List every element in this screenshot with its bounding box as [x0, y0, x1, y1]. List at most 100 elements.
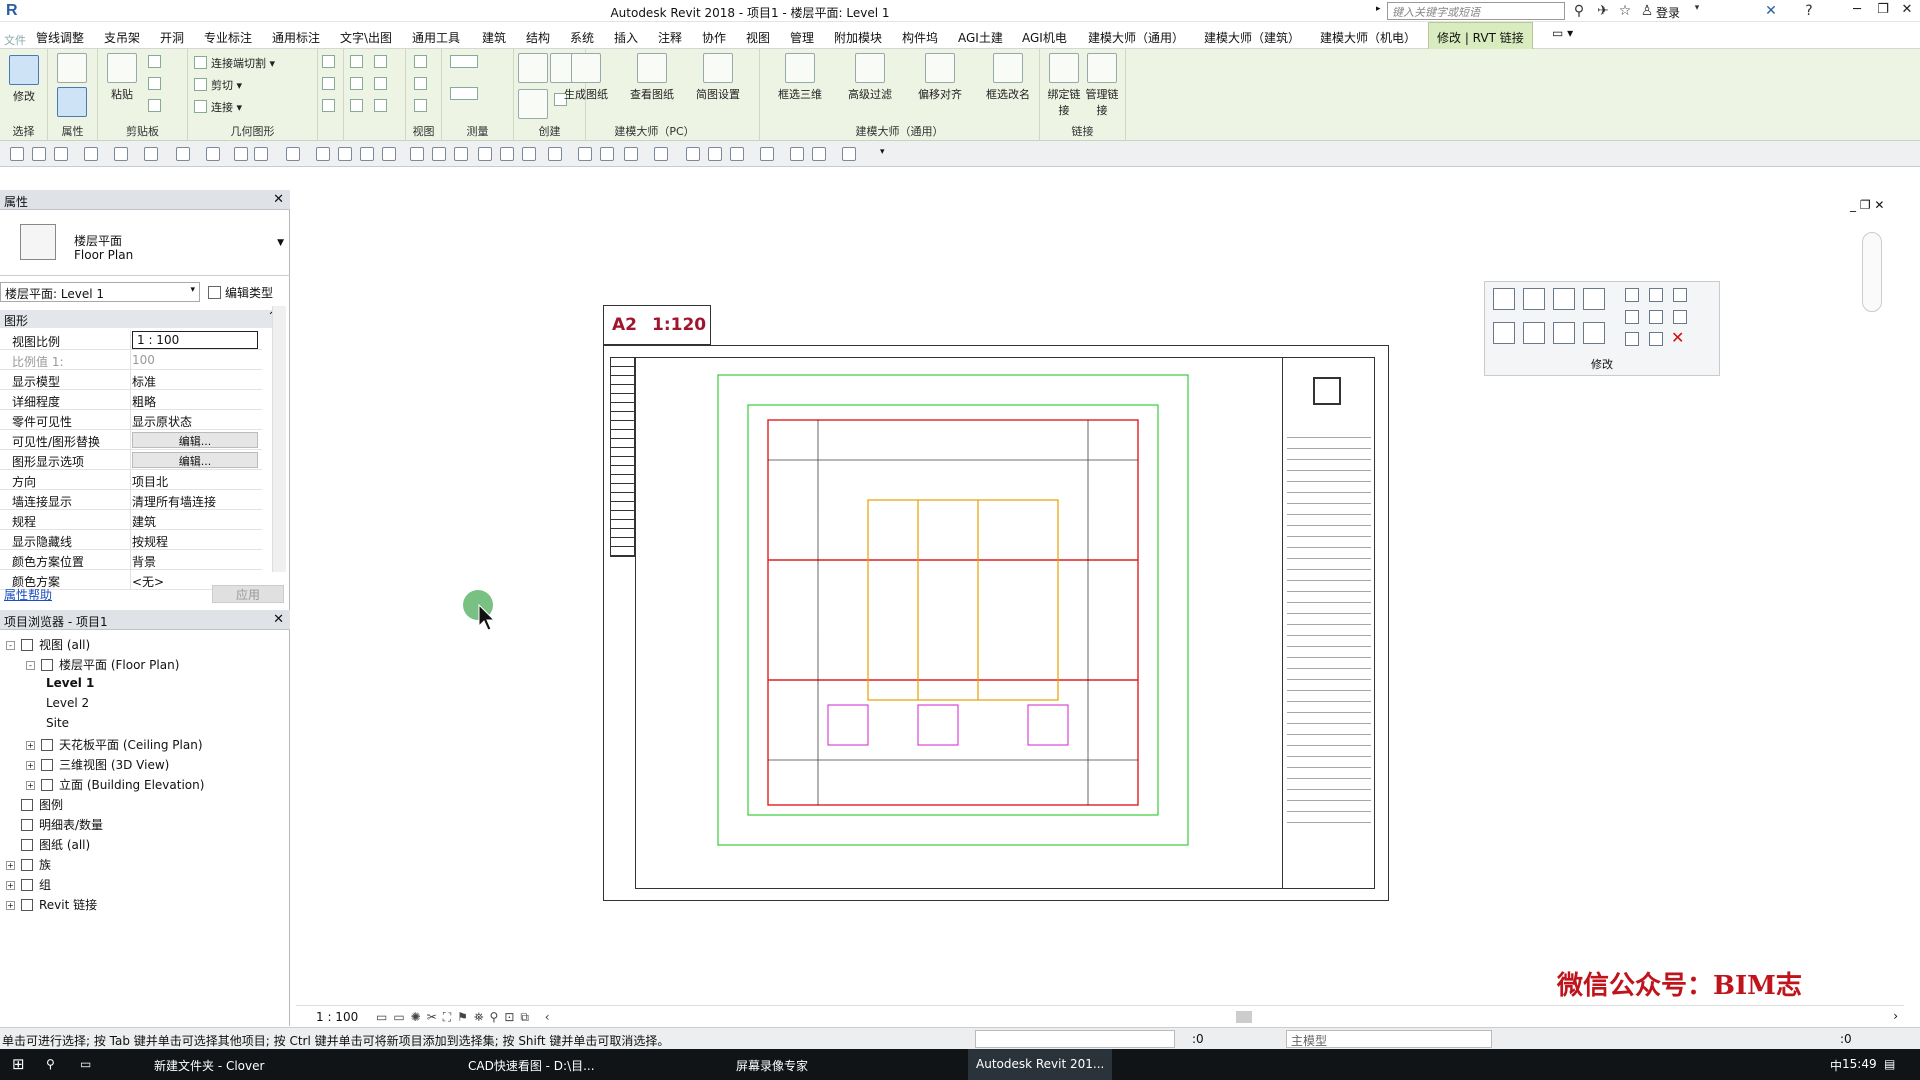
tab-architecture[interactable]: 建筑: [482, 29, 506, 46]
override-button[interactable]: [414, 77, 431, 91]
browser-tree-item[interactable]: Level 1: [46, 676, 94, 694]
browser-tree-item[interactable]: + 族: [6, 856, 51, 874]
property-row[interactable]: 颜色方案位置 背景: [0, 550, 262, 570]
comm-center-icon[interactable]: ✈: [1594, 3, 1612, 19]
cut-geometry-button[interactable]: 剪切 ▾: [194, 77, 242, 93]
modify-button[interactable]: 修改: [6, 55, 42, 104]
type-selector[interactable]: 楼层平面 Floor Plan ▼: [0, 210, 290, 276]
array-button[interactable]: [350, 99, 367, 113]
filter-count[interactable]: :0: [1840, 1032, 1852, 1046]
apply-button[interactable]: 应用: [212, 585, 284, 603]
tab-annotate[interactable]: 注释: [658, 29, 682, 46]
tool-qat-icon-17[interactable]: [812, 147, 826, 161]
tool-qat-icon-11[interactable]: [654, 147, 668, 161]
expand-node-icon[interactable]: +: [26, 741, 35, 750]
close-hidden-qat-icon[interactable]: [360, 147, 374, 161]
search-icon[interactable]: ⚲: [46, 1057, 55, 1071]
advanced-filter-button[interactable]: 高级过滤: [840, 53, 900, 102]
property-row[interactable]: 零件可见性 显示原状态: [0, 410, 262, 430]
scroll-right-icon[interactable]: ›: [1893, 1009, 1898, 1023]
manage-links-button[interactable]: 管理链接: [1084, 53, 1120, 118]
tab-view[interactable]: 视图: [746, 29, 770, 46]
dimension-button[interactable]: [450, 87, 482, 101]
tab-addins[interactable]: 附加模块: [834, 29, 882, 46]
rotate-button[interactable]: [350, 77, 367, 91]
tab-text-print[interactable]: 文字\出图: [340, 29, 392, 46]
tab-general-tools[interactable]: 通用工具: [412, 29, 460, 46]
browser-tree-item[interactable]: 图例: [6, 796, 63, 814]
switch-windows-qat-icon[interactable]: [382, 147, 396, 161]
browser-tree-item[interactable]: - 视图 (all): [6, 636, 90, 654]
taskbar-screen-recorder[interactable]: 屏幕录像专家: [736, 1057, 808, 1074]
save-icon[interactable]: [32, 147, 46, 161]
tab-component-dock[interactable]: 构件坞: [902, 29, 938, 46]
scale-button[interactable]: [374, 99, 391, 113]
type-properties-button[interactable]: [56, 53, 88, 86]
edit-property-button[interactable]: 编辑...: [132, 432, 258, 448]
text-qat-icon[interactable]: [254, 147, 268, 161]
tool-qat-icon-15[interactable]: [760, 147, 774, 161]
tab-overflow-icon[interactable]: ▭ ▾: [1552, 26, 1573, 40]
undo-icon[interactable]: [84, 147, 98, 161]
create-part-button[interactable]: [518, 53, 548, 86]
copy-icon[interactable]: [1523, 322, 1545, 344]
instance-selector[interactable]: 楼层平面: Level 1 ▾: [0, 282, 200, 302]
tool-qat-icon-5[interactable]: [500, 147, 514, 161]
copy-button[interactable]: [148, 77, 165, 91]
tab-structure[interactable]: 结构: [526, 29, 550, 46]
edit-type-button[interactable]: 编辑类型: [208, 284, 273, 301]
match-properties-button[interactable]: [148, 99, 165, 113]
close-properties-icon[interactable]: ✕: [273, 192, 284, 207]
qat-customize-icon[interactable]: ▾: [880, 147, 885, 157]
unpin-icon[interactable]: [1673, 288, 1687, 302]
expand-node-icon[interactable]: +: [26, 781, 35, 790]
browser-tree-item[interactable]: + 天花板平面 (Ceiling Plan): [26, 736, 203, 754]
property-row[interactable]: 比例值 1: 100: [0, 350, 262, 370]
browser-tree-item[interactable]: + 组: [6, 876, 51, 894]
tool-qat-icon-8[interactable]: [578, 147, 592, 161]
tool-qat-icon-18[interactable]: [842, 147, 856, 161]
3d-view-qat-icon[interactable]: [286, 147, 300, 161]
measure-button[interactable]: [450, 55, 482, 69]
join-button[interactable]: 连接 ▾: [194, 99, 242, 115]
expand-node-icon[interactable]: +: [6, 881, 15, 890]
paste-button[interactable]: 粘贴: [104, 53, 140, 102]
windows-start-icon[interactable]: ⊞: [12, 1055, 25, 1073]
collapse-node-icon[interactable]: -: [6, 641, 15, 650]
dimension-qat-icon[interactable]: [206, 147, 220, 161]
login-link[interactable]: 登录: [1656, 4, 1680, 21]
type-dropdown-icon[interactable]: ▼: [277, 238, 284, 248]
offset-align-button[interactable]: 偏移对齐: [910, 53, 970, 102]
property-row[interactable]: 图形显示选项 编辑...: [0, 450, 262, 470]
close-browser-icon[interactable]: ✕: [273, 612, 284, 627]
view-window-controls[interactable]: _ ❐ ✕: [1850, 198, 1884, 212]
tool-qat-icon-2[interactable]: [432, 147, 446, 161]
tab-bim-master-general[interactable]: 建模大师（通用）: [1088, 29, 1184, 46]
measure-qat-icon[interactable]: [176, 147, 190, 161]
horizontal-scroll-thumb[interactable]: [1236, 1011, 1252, 1023]
search-input[interactable]: 键入关键字或短语: [1387, 2, 1565, 20]
move-button[interactable]: [350, 55, 367, 69]
notification-icon[interactable]: ▤: [1884, 1057, 1895, 1071]
cope-button[interactable]: 连接端切割 ▾: [194, 55, 275, 71]
expand-node-icon[interactable]: +: [6, 861, 15, 870]
binoculars-icon[interactable]: ⚲: [1570, 3, 1588, 19]
panel-label-select[interactable]: 选择: [0, 123, 47, 139]
tab-general-annotation[interactable]: 通用标注: [272, 29, 320, 46]
delete-icon[interactable]: ✕: [1671, 328, 1684, 347]
browser-tree-item[interactable]: 明细表/数量: [6, 816, 103, 834]
open-icon[interactable]: [10, 147, 24, 161]
tab-bim-master-arch[interactable]: 建模大师（建筑）: [1204, 29, 1300, 46]
collapse-node-icon[interactable]: -: [26, 661, 35, 670]
bind-link-button[interactable]: 绑定链接: [1046, 53, 1082, 118]
generate-drawing-button[interactable]: 生成图纸: [556, 53, 616, 102]
tab-agi-mep[interactable]: AGI机电: [1022, 29, 1067, 46]
move-icon[interactable]: [1493, 322, 1515, 344]
login-dropdown-icon[interactable]: ▾: [1690, 3, 1704, 19]
browser-tree-item[interactable]: Site: [46, 716, 69, 734]
trim-extend-multi-icon[interactable]: [1649, 332, 1663, 346]
task-view-icon[interactable]: ▭: [80, 1057, 91, 1071]
expand-node-icon[interactable]: +: [26, 761, 35, 770]
view-drawing-button[interactable]: 查看图纸: [622, 53, 682, 102]
tab-manage[interactable]: 管理: [790, 29, 814, 46]
